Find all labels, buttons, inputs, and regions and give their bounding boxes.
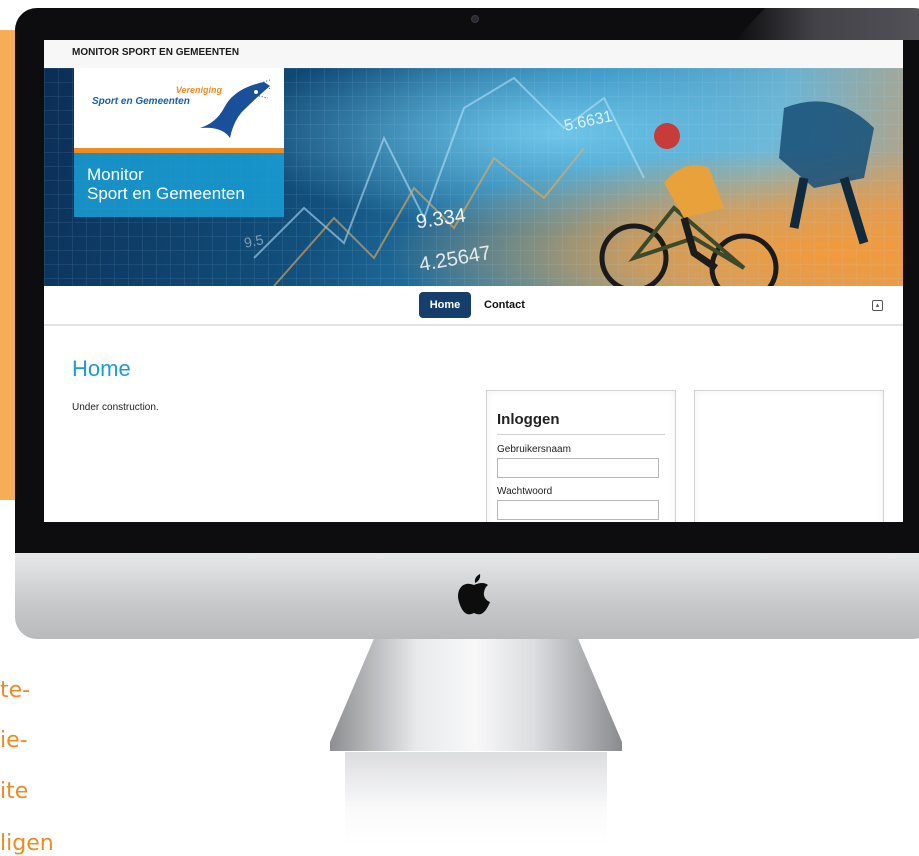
banner-title-box: Monitor Sport en Gemeenten	[74, 153, 284, 217]
sidebar-panel	[694, 390, 884, 522]
screen: MONITOR SPORT EN GEMEENTEN 9.334 4.25647…	[44, 40, 903, 522]
site-logo[interactable]: Vereniging Sport en Gemeenten	[74, 68, 284, 148]
stand-reflection	[345, 752, 607, 847]
logo-text-line2: Sport en Gemeenten	[92, 96, 190, 107]
page-body-text: Under construction.	[72, 402, 159, 413]
username-input[interactable]	[497, 458, 659, 478]
bezel-gloss	[735, 8, 919, 40]
login-panel: Inloggen Gebruikersnaam Wachtwoord	[486, 390, 676, 522]
nav-item-home[interactable]: Home	[419, 292, 471, 318]
logo-bird-icon	[200, 79, 273, 138]
monitor-stand	[330, 639, 622, 751]
side-text-fragment: ligen	[0, 831, 54, 856]
side-text-fragment: te-	[0, 678, 31, 703]
password-label: Wachtwoord	[497, 486, 553, 497]
collapse-icon[interactable]: ▴	[872, 300, 883, 311]
login-divider	[497, 434, 665, 435]
hero-banner: 9.334 4.25647 5.6631 9.5 Vereniging Spor…	[44, 68, 903, 286]
password-input[interactable]	[497, 500, 659, 520]
apple-logo-icon	[458, 574, 490, 615]
site-title: MONITOR SPORT EN GEMEENTEN	[72, 47, 240, 58]
camera-icon	[471, 15, 479, 23]
nav-item-contact[interactable]: Contact	[484, 292, 525, 318]
side-text-fragment: ie-	[0, 728, 28, 753]
page-title: Home	[72, 356, 131, 381]
banner-title-line1: Monitor	[87, 165, 144, 184]
main-nav: Home Contact ▴	[44, 286, 903, 326]
site-header: MONITOR SPORT EN GEMEENTEN	[44, 40, 903, 69]
login-title: Inloggen	[497, 411, 560, 428]
banner-title-line2: Sport en Gemeenten	[87, 184, 245, 203]
username-label: Gebruikersnaam	[497, 444, 571, 455]
side-text-fragment: ite	[0, 779, 29, 804]
